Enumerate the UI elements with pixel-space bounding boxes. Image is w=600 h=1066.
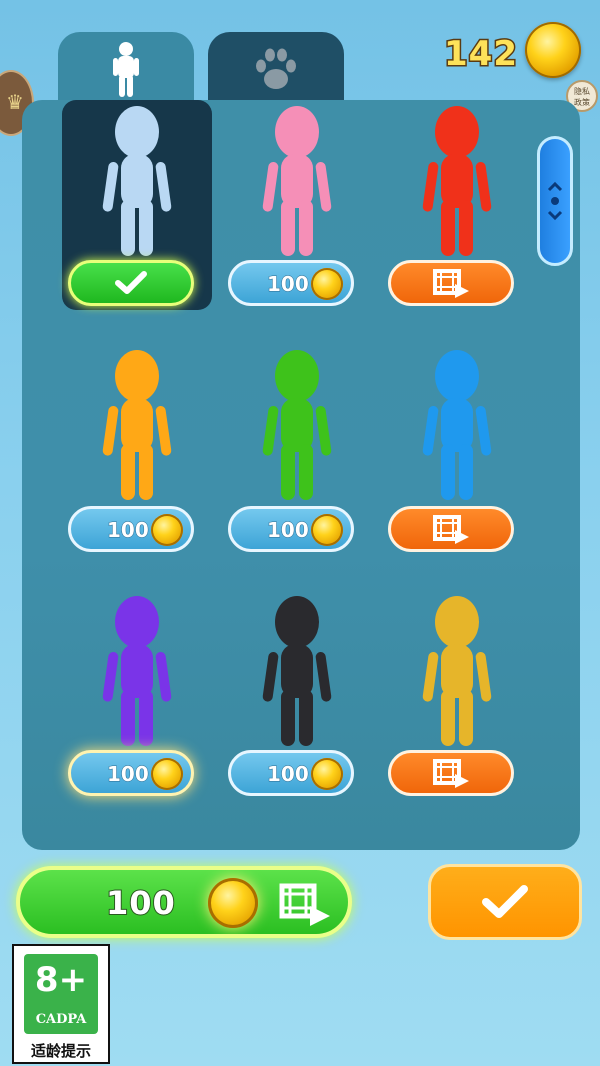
- buy-coin-button[interactable]: 100: [228, 506, 354, 552]
- price-label: 100: [267, 762, 310, 787]
- scroll-handle[interactable]: [537, 136, 573, 266]
- coin-icon: [525, 22, 581, 78]
- buy-coin-button[interactable]: 100: [68, 750, 194, 796]
- coin-icon: [151, 514, 183, 546]
- skin-grid-panel: [22, 100, 580, 850]
- video-ad-icon: [279, 883, 330, 926]
- buy-coin-button[interactable]: 100: [228, 750, 354, 796]
- price-label: 100: [107, 762, 150, 787]
- checkmark-icon: [115, 271, 147, 294]
- age-rating-badge: 8+ CADPA 适龄提示: [12, 944, 110, 1064]
- paw-icon: [256, 48, 296, 89]
- watch-video-button[interactable]: [388, 750, 514, 796]
- character-skin: [262, 350, 332, 500]
- scroll-arrows-icon: [547, 181, 563, 221]
- character-skin: [262, 106, 332, 256]
- price-label: 100: [107, 518, 150, 543]
- character-skin: [422, 350, 492, 500]
- coin-icon: [311, 268, 343, 300]
- coin-balance: 142: [443, 33, 519, 76]
- character-skin: [262, 596, 332, 746]
- watch-video-button[interactable]: [388, 260, 514, 306]
- character-skin: [102, 596, 172, 746]
- age-rating-panel: 8+ CADPA: [24, 954, 98, 1034]
- character-skin: [102, 106, 172, 256]
- confirm-button[interactable]: [428, 864, 582, 940]
- tab-pets[interactable]: [208, 32, 344, 108]
- video-ad-icon: [433, 269, 469, 298]
- buy-coin-button[interactable]: 100: [228, 260, 354, 306]
- coin-icon: [208, 878, 258, 928]
- selected-button[interactable]: [68, 260, 194, 306]
- person-icon: [113, 42, 139, 97]
- price-label: 100: [267, 272, 310, 297]
- checkmark-icon: [482, 885, 528, 918]
- age-rating-value: 8+: [34, 960, 88, 1000]
- video-ad-icon: [433, 515, 469, 544]
- crown-icon: ♛: [6, 90, 24, 114]
- character-skin: [422, 596, 492, 746]
- price-label: 100: [267, 518, 310, 543]
- age-rating-org: CADPA: [35, 1012, 87, 1027]
- character-skin: [422, 106, 492, 256]
- age-rating-label: 适龄提示: [30, 1042, 91, 1060]
- character-skin: [102, 350, 172, 500]
- coin-icon: [311, 514, 343, 546]
- buy-coin-button[interactable]: 100: [68, 506, 194, 552]
- tab-characters[interactable]: [58, 32, 194, 108]
- buy-random-skin-button[interactable]: 100: [16, 866, 352, 938]
- watch-video-button[interactable]: [388, 506, 514, 552]
- video-ad-icon: [433, 759, 469, 788]
- buy-price-label: 100: [105, 883, 176, 923]
- coin-icon: [311, 758, 343, 790]
- coin-icon: [151, 758, 183, 790]
